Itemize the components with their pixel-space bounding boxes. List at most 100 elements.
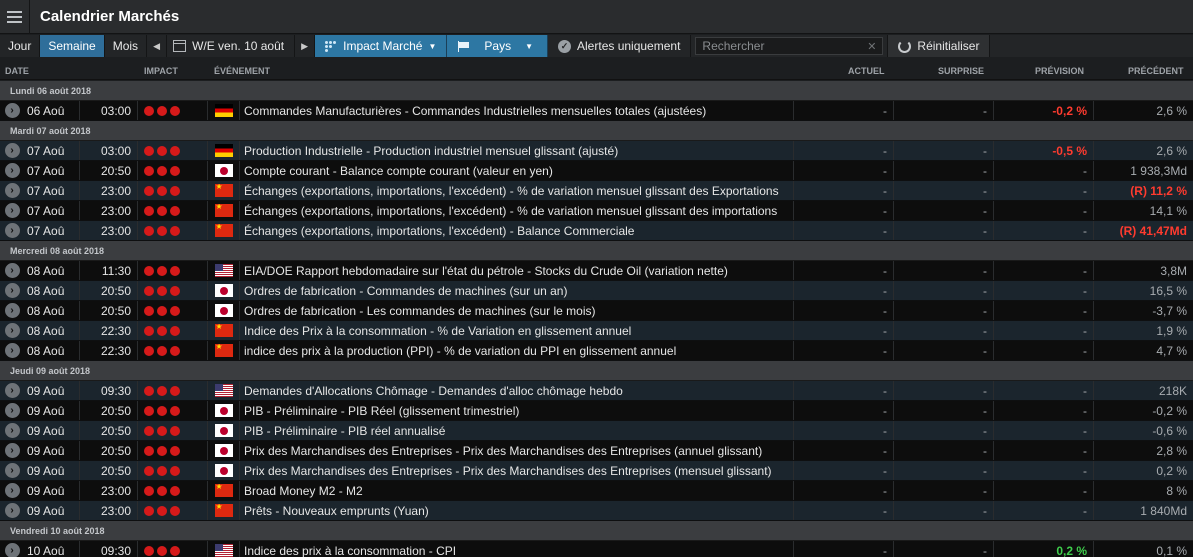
event-name: PIB - Préliminaire - PIB réel annualisé (240, 421, 794, 440)
day-header: Vendredi 10 août 2018 (0, 521, 1193, 541)
country-filter-label: Pays (484, 39, 512, 53)
expand-arrow-icon[interactable]: › (4, 383, 20, 398)
expand-arrow-icon[interactable]: › (4, 263, 20, 278)
chevron-right-icon: ▶ (301, 40, 309, 51)
alerts-only-toggle[interactable]: ✓ Alertes uniquement (548, 35, 692, 57)
column-header-event[interactable]: ÉVÉNEMENT (214, 66, 270, 76)
event-time: 09:30 (80, 381, 138, 400)
impact-dot-icon (144, 285, 154, 296)
refresh-icon (898, 39, 912, 53)
reset-button[interactable]: Réinitialiser (887, 35, 991, 57)
impact-dot-icon (157, 545, 167, 556)
event-date: 08 Aoû (24, 341, 80, 360)
table-row[interactable]: › 08 Aoû 20:50 Ordres de fabrication - L… (0, 301, 1193, 321)
expand-arrow-icon[interactable]: › (4, 463, 20, 478)
table-row[interactable]: › 10 Aoû 09:30 Indice des prix à la cons… (0, 541, 1193, 557)
impact-dots-icon (325, 40, 337, 52)
expand-arrow-icon[interactable]: › (4, 323, 20, 338)
tab-week[interactable]: Semaine (40, 35, 105, 57)
expand-arrow-icon[interactable]: › (4, 443, 20, 458)
table-row[interactable]: › 06 Aoû 03:00 Commandes Manufacturières… (0, 101, 1193, 121)
event-date: 09 Aoû (24, 441, 80, 460)
flag-de-icon (214, 104, 233, 117)
event-actual: - (794, 181, 894, 200)
column-header-forecast[interactable]: PRÉVISION (1035, 66, 1084, 76)
expand-arrow-icon[interactable]: › (4, 503, 20, 518)
menu-icon[interactable] (0, 0, 30, 34)
column-header-row: DATE IMPACT ÉVÉNEMENT ACTUEL SURPRISE PR… (0, 61, 1193, 80)
event-previous: 1 840Md (1140, 503, 1187, 518)
table-row[interactable]: › 07 Aoû 20:50 Compte courant - Balance … (0, 161, 1193, 181)
column-header-previous[interactable]: PRÉCÉDENT (1128, 66, 1184, 76)
event-name: Échanges (exportations, importations, l'… (240, 221, 794, 240)
event-previous: (R) 11,2 % (1130, 183, 1187, 198)
event-surprise: - (894, 221, 994, 240)
column-header-impact[interactable]: IMPACT (144, 66, 178, 76)
expand-arrow-icon[interactable]: › (4, 143, 20, 158)
impact-dot-icon (157, 145, 167, 156)
impact-dot-icon (170, 505, 180, 516)
event-date: 10 Aoû (24, 541, 80, 557)
impact-filter-dropdown[interactable]: Impact Marché ▼ (315, 35, 448, 57)
event-time: 20:50 (80, 401, 138, 420)
event-forecast: - (994, 441, 1094, 460)
column-header-surprise[interactable]: SURPRISE (938, 66, 984, 76)
country-filter-dropdown[interactable]: Pays ▼ (447, 35, 549, 57)
expand-arrow-icon[interactable]: › (4, 203, 20, 218)
page-title: Calendrier Marchés (40, 8, 180, 25)
expand-arrow-icon[interactable]: › (4, 183, 20, 198)
table-row[interactable]: › 09 Aoû 20:50 PIB - Préliminaire - PIB … (0, 401, 1193, 421)
impact-dot-icon (170, 185, 180, 196)
date-picker[interactable]: W/E ven. 10 août (167, 35, 296, 57)
table-row[interactable]: › 09 Aoû 20:50 Prix des Marchandises des… (0, 441, 1193, 461)
expand-arrow-icon[interactable]: › (4, 483, 20, 498)
table-row[interactable]: › 08 Aoû 22:30 Indice des Prix à la cons… (0, 321, 1193, 341)
event-forecast: - (994, 321, 1094, 340)
previous-period-button[interactable]: ◀ (147, 35, 168, 57)
impact-dot-icon (157, 485, 167, 496)
table-row[interactable]: › 08 Aoû 22:30 indice des prix à la prod… (0, 341, 1193, 361)
expand-arrow-icon[interactable]: › (4, 403, 20, 418)
table-row[interactable]: › 08 Aoû 11:30 EIA/DOE Rapport hebdomada… (0, 261, 1193, 281)
event-previous: 3,8M (1160, 263, 1187, 278)
expand-arrow-icon[interactable]: › (4, 423, 20, 438)
impact-dot-icon (157, 225, 167, 236)
table-row[interactable]: › 09 Aoû 20:50 PIB - Préliminaire - PIB … (0, 421, 1193, 441)
column-header-actual[interactable]: ACTUEL (848, 66, 885, 76)
day-header: Mercredi 08 août 2018 (0, 241, 1193, 261)
table-row[interactable]: › 09 Aoû 09:30 Demandes d'Allocations Ch… (0, 381, 1193, 401)
expand-arrow-icon[interactable]: › (4, 343, 20, 358)
table-row[interactable]: › 07 Aoû 23:00 Échanges (exportations, i… (0, 201, 1193, 221)
search-input[interactable] (702, 39, 868, 53)
expand-arrow-icon[interactable]: › (4, 103, 20, 118)
check-icon: ✓ (558, 39, 572, 53)
table-row[interactable]: › 09 Aoû 20:50 Prix des Marchandises des… (0, 461, 1193, 481)
table-row[interactable]: › 07 Aoû 03:00 Production Industrielle -… (0, 141, 1193, 161)
expand-cell: › (0, 501, 24, 520)
tab-month[interactable]: Mois (105, 35, 148, 57)
impact-dot-icon (144, 465, 154, 476)
expand-arrow-icon[interactable]: › (4, 163, 20, 178)
event-actual: - (794, 141, 894, 160)
next-period-button[interactable]: ▶ (295, 35, 316, 57)
title-bar: Calendrier Marchés (0, 0, 1193, 34)
table-row[interactable]: › 09 Aoû 23:00 Prêts - Nouveaux emprunts… (0, 501, 1193, 521)
impact-dot-icon (170, 485, 180, 496)
expand-arrow-icon[interactable]: › (4, 543, 20, 557)
table-row[interactable]: › 08 Aoû 20:50 Ordres de fabrication - C… (0, 281, 1193, 301)
flag-cn-icon (214, 224, 233, 237)
clear-icon[interactable]: ✕ (867, 40, 876, 53)
table-row[interactable]: › 09 Aoû 23:00 Broad Money M2 - M2 - - -… (0, 481, 1193, 501)
table-row[interactable]: › 07 Aoû 23:00 Échanges (exportations, i… (0, 181, 1193, 201)
expand-arrow-icon[interactable]: › (4, 283, 20, 298)
impact-dot-icon (170, 105, 180, 116)
table-row[interactable]: › 07 Aoû 23:00 Échanges (exportations, i… (0, 221, 1193, 241)
event-time: 20:50 (80, 441, 138, 460)
expand-arrow-icon[interactable]: › (4, 223, 20, 238)
impact-indicator (138, 341, 208, 360)
impact-dot-icon (170, 465, 180, 476)
expand-arrow-icon[interactable]: › (4, 303, 20, 318)
column-header-date[interactable]: DATE (5, 66, 29, 76)
impact-dot-icon (157, 425, 167, 436)
tab-day[interactable]: Jour (0, 35, 41, 57)
